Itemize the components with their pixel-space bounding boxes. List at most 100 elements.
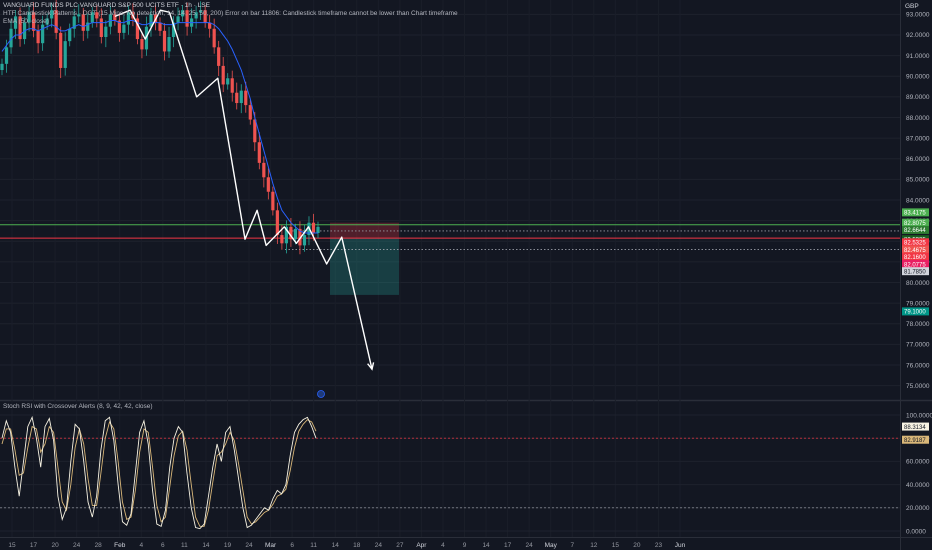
candle-body [293, 228, 298, 240]
candle-body [104, 26, 108, 38]
time-tick-label: 15 [612, 542, 620, 549]
price-tick-label: 75.0000 [906, 383, 930, 390]
time-tick-label: 6 [290, 542, 294, 549]
price-tick-label: 92.0000 [906, 32, 930, 39]
rsi-tick-label: 0.0000 [906, 528, 926, 535]
candle-body [217, 47, 221, 66]
price-tick-label: 79.0000 [906, 300, 930, 307]
price-tick-label: 85.0000 [906, 177, 930, 184]
candle-body [41, 24, 45, 44]
price-label: 83.4175 [904, 211, 926, 217]
price-label: 82.6644 [904, 228, 926, 234]
time-tick-label: 27 [396, 542, 404, 549]
rsi-tick-label: 100.0000 [906, 412, 932, 419]
rsi-value-label: 88.3134 [904, 425, 926, 431]
ema-indicator-legend[interactable]: EMA (50, close) [3, 18, 49, 26]
price-tick-label: 93.0000 [906, 12, 930, 19]
time-tick-label: 18 [353, 542, 361, 549]
time-tick-label: 20 [51, 542, 59, 549]
price-tick-label: 77.0000 [906, 342, 930, 349]
candle-body [221, 65, 225, 85]
time-tick-label: 28 [95, 542, 103, 549]
price-tick-label: 80.0000 [906, 280, 930, 287]
candle-body [212, 28, 216, 48]
candle-body [275, 210, 279, 236]
time-tick-label: May [545, 542, 558, 549]
price-chart-svg[interactable]: 93.0000 92.0000 91.0000 9 0.0000 89.0000 88.00… [0, 0, 932, 550]
time-tick-label: 17 [30, 542, 38, 549]
time-tick-label: 24 [245, 542, 253, 549]
time-tick-label: Mar [265, 542, 277, 549]
position-target-zone[interactable] [330, 238, 399, 295]
time-tick-label: 14 [332, 542, 340, 549]
candle-body [36, 30, 40, 44]
time-tick-label: Apr [416, 542, 427, 549]
candle-body [162, 30, 167, 52]
time-tick-label: 20 [633, 542, 641, 549]
price-tick-label: 88.0000 [906, 115, 930, 122]
candle-body [262, 162, 266, 178]
time-tick-label: 11 [181, 542, 188, 549]
candle-body [0, 63, 4, 71]
candle-body [158, 22, 162, 31]
stoch-rsi-legend[interactable]: Stoch RSI with Crossover Alerts (8, 9, 4… [3, 403, 153, 411]
time-tick-label: 14 [202, 542, 210, 549]
candle-body [59, 32, 63, 68]
candle-body [257, 142, 261, 163]
candle-body [266, 177, 270, 192]
time-tick-label: 7 [570, 542, 574, 549]
rsi-tick-label: 60.0000 [906, 459, 930, 466]
price-tick-label: 86.0000 [906, 156, 930, 163]
candle-body [99, 18, 103, 38]
candle-body [311, 222, 316, 234]
price-tick-label: 78.0000 [906, 321, 930, 328]
price-label: 79.1000 [904, 310, 926, 316]
candle-body [248, 105, 252, 120]
rsi-tick-label: 40.0000 [906, 482, 930, 489]
price-tick-label: 76.0000 [906, 362, 930, 369]
rsi-tick-label: 20.0000 [906, 505, 930, 512]
candle-body [226, 78, 230, 85]
candle-body [122, 24, 126, 33]
time-tick-label: 24 [375, 542, 383, 549]
candle-body [63, 41, 67, 68]
time-tick-label: Jun [675, 542, 686, 549]
candle-body [4, 47, 9, 64]
rsi-value-label: 82.9187 [904, 438, 926, 444]
candle-body [68, 28, 72, 42]
time-tick-label: 23 [655, 542, 663, 549]
candle-body [280, 235, 284, 244]
candle-body [167, 37, 171, 52]
time-tick-label: 24 [526, 542, 534, 549]
dividend-event-marker[interactable] [317, 390, 325, 398]
price-tick-label: 89.0000 [906, 94, 930, 101]
time-tick-label: 12 [590, 542, 598, 549]
pattern-indicator-legend[interactable]: HTF Candlestick Patterns · DGT (15 Mins,… [3, 10, 458, 18]
time-tick-label: 11 [310, 542, 317, 549]
candle-body [140, 39, 144, 50]
price-tick-label: 84.0000 [906, 197, 930, 204]
price-tick-label: 91.0000 [906, 53, 930, 60]
time-tick-label: 9 [463, 542, 467, 549]
price-label: 81.7850 [904, 269, 926, 275]
time-tick-label: 14 [482, 542, 490, 549]
time-tick-label: 4 [139, 542, 143, 549]
time-tick-label: 19 [224, 542, 232, 549]
time-tick-label: 4 [441, 542, 445, 549]
candle-body [230, 78, 234, 93]
candle-body [271, 191, 275, 211]
price-tick-label: 87.0000 [906, 135, 930, 142]
chart-title: VANGUARD FUNDS PLC VANGUARD S&P 500 UCIT… [3, 2, 210, 9]
candle-body [316, 226, 320, 234]
candle-body [239, 90, 243, 104]
time-tick-label: Feb [114, 542, 126, 549]
chart-background [0, 0, 932, 550]
candle-body [302, 235, 307, 246]
time-tick-label: 6 [161, 542, 165, 549]
time-tick-label: 15 [8, 542, 16, 549]
candle-body [235, 92, 239, 104]
time-tick-label: 24 [73, 542, 81, 549]
candle-body [244, 90, 248, 106]
currency-label: GBP [905, 3, 919, 10]
time-tick-label: 17 [504, 542, 512, 549]
